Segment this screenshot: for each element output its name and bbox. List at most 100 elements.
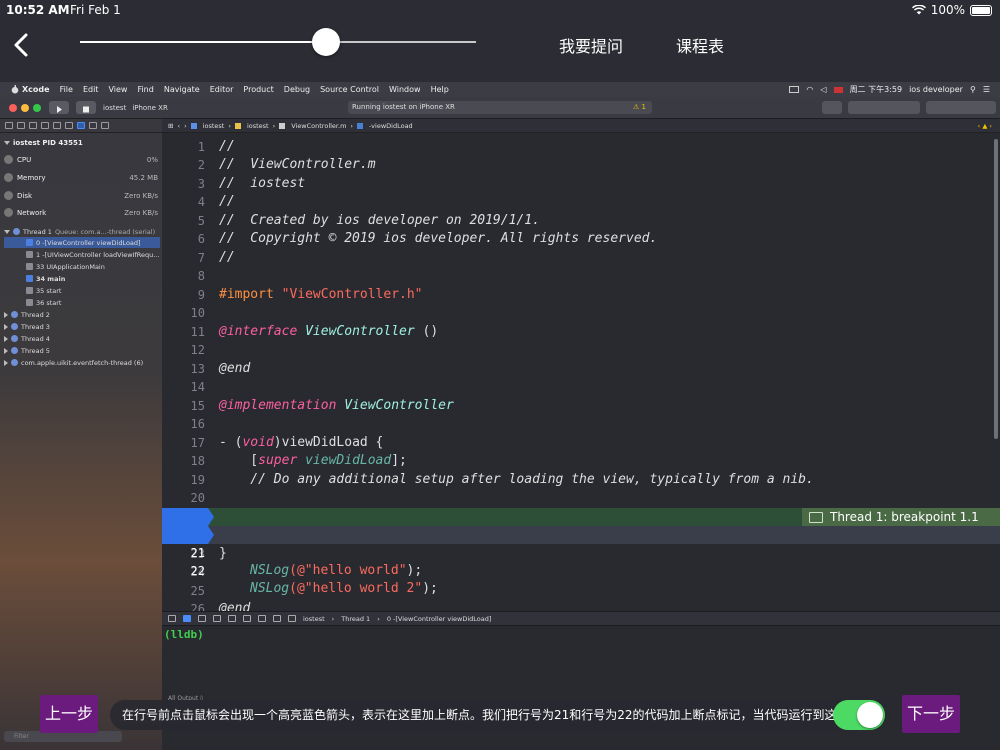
line-number[interactable]: 25	[162, 582, 205, 600]
thread-row[interactable]: Thread 1 Queue: com.a...-thread (serial)	[4, 226, 160, 237]
menu-window[interactable]: Window	[389, 85, 421, 94]
disclosure-icon[interactable]	[4, 311, 8, 318]
line-number[interactable]: 16	[162, 415, 205, 433]
line-number[interactable]: 4	[162, 193, 205, 211]
stack-frame-row[interactable]: 35 start	[4, 285, 160, 296]
next-step-button[interactable]: 下一步	[902, 695, 960, 733]
line-number[interactable]: 18	[162, 452, 205, 470]
back-chevron-icon[interactable]	[10, 32, 32, 58]
line-number[interactable]: 17	[162, 434, 205, 452]
menu-find[interactable]: Find	[137, 85, 153, 94]
disclosure-icon[interactable]	[4, 229, 10, 234]
view-debugger-icon[interactable]	[258, 615, 266, 622]
playback-slider[interactable]	[80, 28, 476, 56]
related-items-icon[interactable]: ⊞	[168, 122, 173, 130]
volume-icon[interactable]: ◁	[820, 85, 826, 94]
line-number[interactable]: 12	[162, 341, 205, 359]
stack-frame-row[interactable]: 1 -[UIViewController loadViewIfRequ...	[4, 249, 160, 260]
wifi-menu-icon[interactable]: ◠	[806, 85, 813, 94]
menu-file[interactable]: File	[60, 85, 73, 94]
screen-mirror-icon[interactable]	[789, 86, 800, 93]
line-number[interactable]: 8	[162, 267, 205, 285]
breadcrumb-project[interactable]: iostest	[203, 122, 225, 130]
step-out-icon[interactable]	[243, 615, 251, 622]
step-over-icon[interactable]	[213, 615, 221, 622]
symbol-navigator-icon[interactable]	[29, 122, 37, 129]
breakpoint-annotation[interactable]: Thread 1: breakpoint 1.1	[802, 508, 1000, 526]
warning-badge[interactable]: ⚠ 1	[633, 101, 646, 114]
project-navigator-icon[interactable]	[5, 122, 13, 129]
thread-row[interactable]: Thread 2	[4, 309, 160, 320]
disclosure-icon[interactable]	[4, 323, 8, 330]
line-number[interactable]: 6	[162, 230, 205, 248]
disclosure-icon[interactable]	[4, 347, 8, 354]
menu-help[interactable]: Help	[431, 85, 449, 94]
nav-back-icon[interactable]: ‹	[177, 122, 180, 130]
line-number[interactable]: 5	[162, 212, 205, 230]
scheme-selector[interactable]: iostest iPhone XR	[103, 102, 168, 114]
memory-graph-icon[interactable]	[273, 615, 281, 622]
source-editor[interactable]: 1 // 2 // ViewController.m 3 // iostest 4 //…	[162, 133, 1000, 611]
line-number[interactable]: 22	[162, 562, 205, 580]
line-number[interactable]: 13	[162, 360, 205, 378]
spotlight-icon[interactable]: ⚲	[970, 85, 976, 94]
stack-frame-row[interactable]: 33 UIApplicationMain	[4, 261, 160, 272]
menu-xcode[interactable]: Xcode	[22, 85, 50, 94]
line-number[interactable]: 20	[162, 489, 205, 507]
course-schedule-button[interactable]: 课程表	[676, 33, 724, 57]
debug-crumb-frame[interactable]: 0 -[ViewController viewDidLoad]	[387, 615, 492, 623]
continue-icon[interactable]	[198, 615, 206, 622]
stack-frame-row[interactable]: 36 start	[4, 297, 160, 308]
menu-navigate[interactable]: Navigate	[164, 85, 200, 94]
zoom-window-button[interactable]	[33, 104, 41, 112]
breakpoints-toggle-icon[interactable]	[183, 615, 191, 622]
simulate-location-icon[interactable]	[288, 615, 296, 622]
breakpoint-navigator-icon[interactable]	[89, 122, 97, 129]
panel-toggle-group[interactable]	[926, 101, 996, 114]
debug-navigator-icon[interactable]	[77, 122, 85, 129]
nav-forward-icon[interactable]: ›	[184, 122, 187, 130]
gauge-disk[interactable]: Disk Zero KB/s	[4, 191, 158, 200]
thread-row[interactable]: Thread 3	[4, 321, 160, 332]
menubar-user[interactable]: ios developer	[909, 85, 963, 94]
line-number[interactable]: 11	[162, 323, 205, 341]
thread-row[interactable]: Thread 5	[4, 345, 160, 356]
breakpoint-arrow-icon[interactable]	[162, 508, 214, 526]
menu-product[interactable]: Product	[243, 85, 273, 94]
thread-row[interactable]: com.apple.uikit.eventfetch-thread (6)	[4, 357, 160, 368]
breadcrumb-method[interactable]: -viewDidLoad	[369, 122, 413, 130]
gauge-network[interactable]: Network Zero KB/s	[4, 208, 158, 217]
step-into-icon[interactable]	[228, 615, 236, 622]
find-navigator-icon[interactable]	[41, 122, 49, 129]
line-number[interactable]: 26	[162, 600, 205, 611]
debug-console[interactable]: (lldb)	[162, 626, 1000, 750]
debug-crumb-thread[interactable]: Thread 1	[341, 615, 370, 623]
menu-editor[interactable]: Editor	[210, 85, 234, 94]
report-navigator-icon[interactable]	[101, 122, 109, 129]
run-button[interactable]	[49, 101, 69, 114]
menu-edit[interactable]: Edit	[83, 85, 99, 94]
stack-frame-row[interactable]: 34 main	[4, 273, 160, 284]
close-window-button[interactable]	[9, 104, 17, 112]
issue-navigator-icon[interactable]	[53, 122, 61, 129]
line-number[interactable]: 3	[162, 175, 205, 193]
breadcrumb-group[interactable]: iostest	[247, 122, 269, 130]
line-number[interactable]: 10	[162, 304, 205, 322]
caption-toggle[interactable]	[833, 700, 885, 730]
notification-center-icon[interactable]: ☰	[983, 85, 990, 94]
apple-logo-icon[interactable]	[8, 85, 22, 94]
library-button[interactable]	[822, 101, 842, 114]
line-number[interactable]: 2	[162, 156, 205, 174]
line-number[interactable]: 19	[162, 471, 205, 489]
editor-mode-selector[interactable]	[848, 101, 920, 114]
test-navigator-icon[interactable]	[65, 122, 73, 129]
disclosure-icon[interactable]	[4, 141, 10, 145]
menu-view[interactable]: View	[108, 85, 127, 94]
gauge-cpu[interactable]: CPU 0%	[4, 155, 158, 164]
menubar-clock[interactable]: 周二 下午3:59	[850, 84, 903, 95]
debug-crumb-process[interactable]: iostest	[303, 615, 325, 623]
playback-slider-thumb[interactable]	[311, 28, 340, 56]
line-number[interactable]: 9	[162, 286, 205, 304]
line-number[interactable]: 14	[162, 378, 205, 396]
ask-question-button[interactable]: 我要提问	[559, 33, 623, 57]
